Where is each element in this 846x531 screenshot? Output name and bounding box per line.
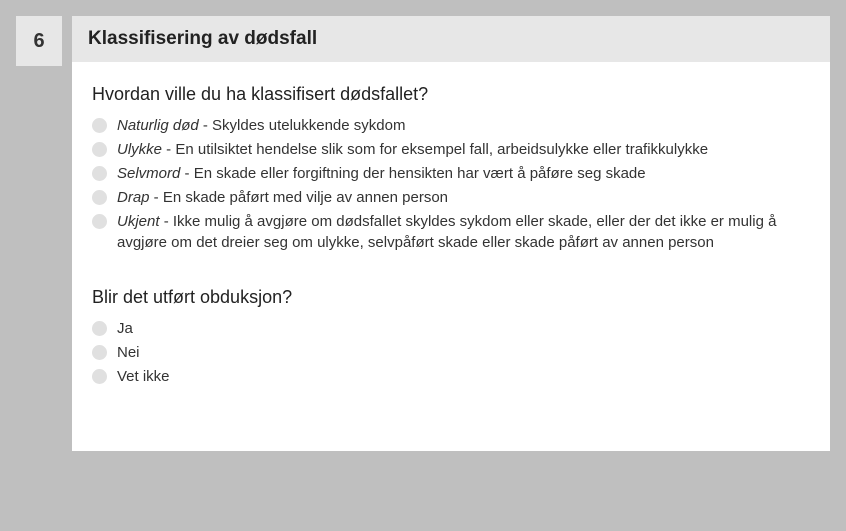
option-drap[interactable]: Drap - En skade påført med vilje av anne… <box>92 187 810 208</box>
body-area: Hvordan ville du ha klassifisert dødsfal… <box>72 62 830 451</box>
radio-icon[interactable] <box>92 345 107 360</box>
radio-icon[interactable] <box>92 118 107 133</box>
option-label: Ukjent - Ikke mulig å avgjøre om dødsfal… <box>117 211 810 253</box>
option-desc: - Skyldes utelukkende sykdom <box>199 117 406 134</box>
option-vet-ikke[interactable]: Vet ikke <box>92 366 810 387</box>
option-label: Selvmord - En skade eller forgiftning de… <box>117 163 810 184</box>
option-selvmord[interactable]: Selvmord - En skade eller forgiftning de… <box>92 163 810 184</box>
radio-icon[interactable] <box>92 166 107 181</box>
option-label: Ja <box>117 318 810 339</box>
option-label: Naturlig død - Skyldes utelukkende sykdo… <box>117 115 810 136</box>
option-desc: - En skade påført med vilje av annen per… <box>150 189 449 206</box>
section-panel: 6 Klassifisering av dødsfall Hvordan vil… <box>16 16 830 451</box>
radio-icon[interactable] <box>92 142 107 157</box>
radio-icon[interactable] <box>92 369 107 384</box>
option-label: Drap - En skade påført med vilje av anne… <box>117 187 810 208</box>
option-ja[interactable]: Ja <box>92 318 810 339</box>
question-prompt: Blir det utført obduksjon? <box>92 287 810 308</box>
step-number: 6 <box>33 30 44 53</box>
option-label: Vet ikke <box>117 366 810 387</box>
option-desc: - Ikke mulig å avgjøre om dødsfallet sky… <box>117 213 776 251</box>
option-nei[interactable]: Nei <box>92 342 810 363</box>
content-box: Klassifisering av dødsfall Hvordan ville… <box>72 16 830 451</box>
option-label: Nei <box>117 342 810 363</box>
option-term: Naturlig død <box>117 117 199 134</box>
radio-icon[interactable] <box>92 214 107 229</box>
question-obduksjon: Blir det utført obduksjon? Ja Nei Vet ik… <box>92 287 810 387</box>
step-number-box: 6 <box>16 16 62 66</box>
option-ukjent[interactable]: Ukjent - Ikke mulig å avgjøre om dødsfal… <box>92 211 810 253</box>
section-title: Klassifisering av dødsfall <box>72 16 830 62</box>
radio-icon[interactable] <box>92 190 107 205</box>
option-term: Ukjent <box>117 213 160 230</box>
question-prompt: Hvordan ville du ha klassifisert dødsfal… <box>92 84 810 105</box>
option-term: Selvmord <box>117 165 180 182</box>
question-classification: Hvordan ville du ha klassifisert dødsfal… <box>92 84 810 253</box>
radio-icon[interactable] <box>92 321 107 336</box>
option-desc: - En skade eller forgiftning der hensikt… <box>180 165 645 182</box>
option-term: Ulykke <box>117 141 162 158</box>
option-naturlig-dod[interactable]: Naturlig død - Skyldes utelukkende sykdo… <box>92 115 810 136</box>
option-term: Drap <box>117 189 150 206</box>
option-desc: - En utilsiktet hendelse slik som for ek… <box>162 141 708 158</box>
option-ulykke[interactable]: Ulykke - En utilsiktet hendelse slik som… <box>92 139 810 160</box>
option-label: Ulykke - En utilsiktet hendelse slik som… <box>117 139 810 160</box>
